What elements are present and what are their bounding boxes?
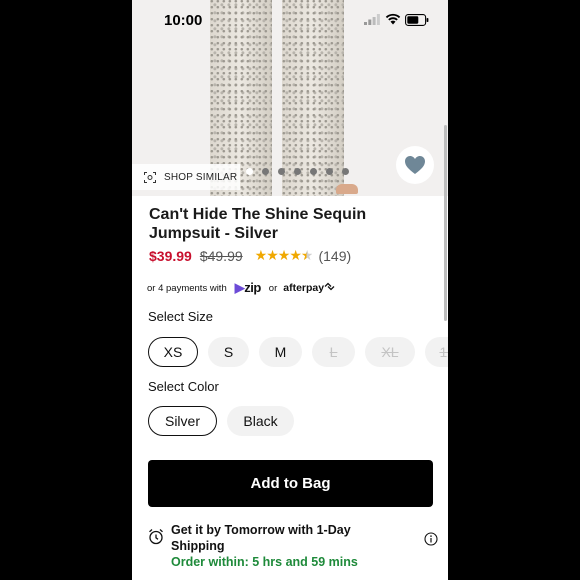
original-price: $49.99	[199, 247, 243, 264]
size-selector: XS S M L XL 1X	[148, 337, 448, 367]
star-icon: ★	[266, 247, 279, 263]
pagination-dot[interactable]	[326, 168, 333, 175]
wifi-icon	[385, 13, 401, 25]
shop-similar-label: SHOP SIMILAR	[164, 171, 238, 183]
sale-price: $39.99	[149, 247, 192, 264]
pagination-dot[interactable]	[294, 168, 301, 175]
shipping-headline: Get it by Tomorrow with 1-Day Shipping	[171, 523, 351, 553]
size-section-label: Select Size	[148, 309, 214, 324]
star-rating[interactable]: ★★★★★	[254, 247, 314, 264]
size-option-1x[interactable]: 1X	[425, 337, 448, 367]
pagination-dot[interactable]	[246, 168, 253, 175]
color-option-silver[interactable]: Silver	[148, 406, 217, 436]
afterpay-arrows-icon	[324, 282, 335, 291]
pagination-dot[interactable]	[310, 168, 317, 175]
status-time: 10:00	[164, 12, 203, 29]
star-icon: ★	[300, 247, 314, 263]
image-pagination	[246, 168, 349, 175]
pagination-dot[interactable]	[262, 168, 269, 175]
color-selector: Silver Black	[148, 406, 294, 436]
status-bar: 10:00	[132, 0, 448, 40]
price-row: $39.99 $49.99 ★★★★★ (149)	[149, 247, 351, 264]
star-icon: ★	[277, 247, 291, 263]
afterpay-logo[interactable]: afterpay	[283, 282, 335, 294]
size-option-s[interactable]: S	[208, 337, 249, 367]
star-icon: ★	[289, 247, 302, 263]
product-title: Can't Hide The Shine Sequin Jumpsuit - S…	[149, 206, 367, 242]
color-section-label: Select Color	[148, 379, 219, 394]
pagination-dot[interactable]	[278, 168, 285, 175]
add-to-bag-button[interactable]: Add to Bag	[148, 460, 433, 507]
size-option-m[interactable]: M	[259, 337, 302, 367]
image-foot	[336, 184, 358, 194]
battery-icon	[405, 14, 429, 26]
payments-or: or	[268, 282, 278, 294]
review-count[interactable]: (149)	[318, 248, 351, 264]
wishlist-button[interactable]	[396, 146, 434, 184]
heart-icon	[405, 156, 425, 174]
size-option-l[interactable]: L	[312, 337, 355, 367]
scrollbar[interactable]	[444, 125, 447, 321]
product-image[interactable]: 10:00 SHOP SIMILAR	[132, 0, 448, 196]
scan-icon	[144, 171, 156, 183]
signal-icon	[364, 14, 380, 25]
size-option-xl[interactable]: XL	[365, 337, 415, 367]
installment-payments: or 4 payments with ▶zip or afterpay	[147, 280, 335, 296]
shop-similar-button[interactable]: SHOP SIMILAR	[132, 164, 240, 190]
payments-prefix: or 4 payments with	[147, 282, 227, 294]
alarm-clock-icon	[149, 529, 163, 545]
color-option-black[interactable]: Black	[227, 406, 294, 436]
pagination-dot[interactable]	[342, 168, 349, 175]
order-countdown: Order within: 5 hrs and 59 mins	[171, 555, 358, 569]
info-icon[interactable]	[424, 532, 438, 546]
size-option-xs[interactable]: XS	[148, 337, 198, 367]
phone-screen: 10:00 SHOP SIMILAR Can't Hide The Shine …	[132, 0, 448, 580]
zip-logo[interactable]: ▶zip	[235, 280, 262, 296]
star-icon: ★	[254, 247, 268, 263]
